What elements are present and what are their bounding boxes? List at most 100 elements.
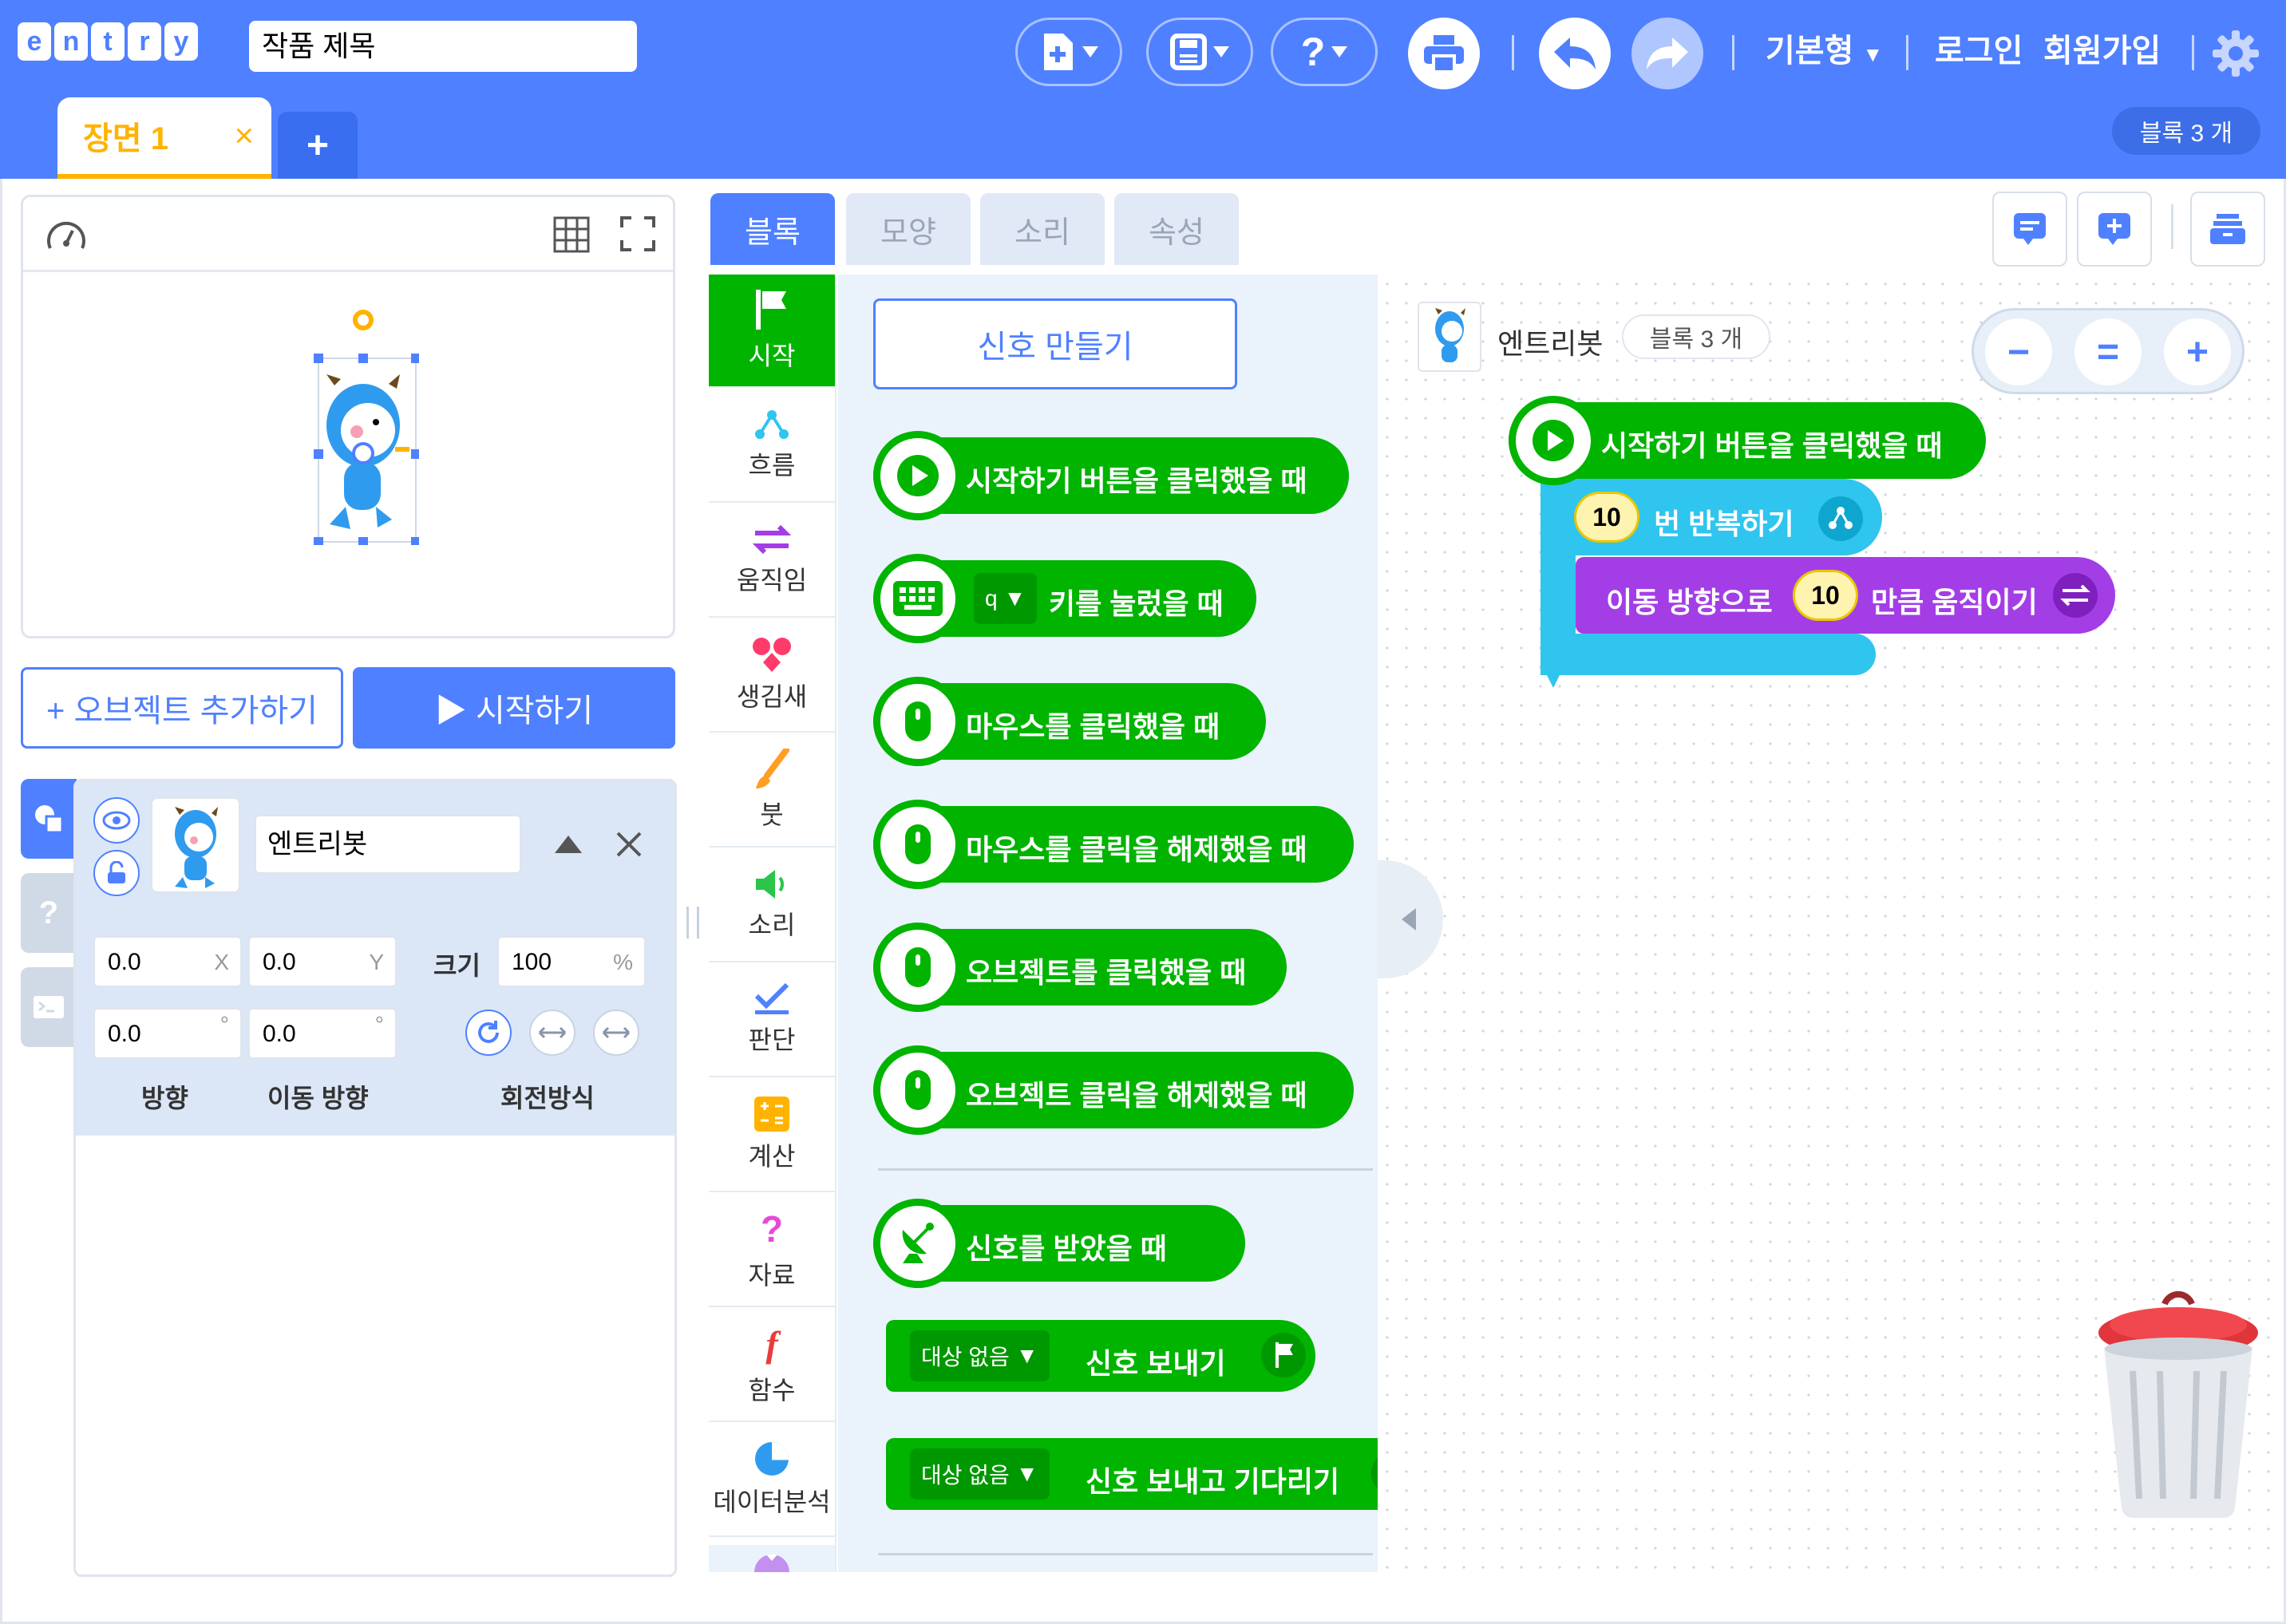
close-icon[interactable]: ×	[234, 117, 254, 155]
y-input[interactable]: 0.0 Y	[248, 936, 397, 987]
block-when-object-released[interactable]: 오브젝트 클릭을 해제했을 때	[873, 1045, 1354, 1135]
move-direction-input[interactable]: 0.0 °	[248, 1008, 397, 1059]
play-icon-cap	[873, 431, 963, 520]
palette-collapse-button[interactable]	[1378, 860, 1443, 978]
category-flow[interactable]: 흐름	[709, 389, 835, 503]
trash-icon	[2098, 1290, 2258, 1519]
block-when-object-clicked[interactable]: 오브젝트를 클릭했을 때	[873, 923, 1287, 1012]
login-link[interactable]: 로그인	[1935, 32, 2023, 70]
x-input[interactable]: 0.0 X	[93, 936, 242, 987]
category-judgement[interactable]: 판단	[709, 964, 835, 1077]
category-data-analysis[interactable]: 데이터분석	[709, 1424, 835, 1537]
category-motion[interactable]: 움직임	[709, 504, 835, 618]
rotation-horizontal-button[interactable]	[529, 1010, 575, 1056]
stage-entrybot-sprite[interactable]	[299, 298, 421, 545]
close-icon[interactable]	[615, 831, 643, 858]
category-start[interactable]: 시작	[709, 275, 835, 388]
zoom-out-button[interactable]: −	[1985, 318, 2052, 385]
key-dropdown[interactable]: q ▼	[974, 573, 1038, 624]
degree-unit: °	[220, 1012, 229, 1037]
satellite-dish-icon	[902, 1223, 934, 1263]
rotation-none-button[interactable]	[593, 1010, 639, 1056]
tab-blocks[interactable]: 블록	[710, 193, 835, 265]
category-label: 흐름	[748, 451, 796, 480]
panel-resize-handle[interactable]	[686, 907, 699, 938]
add-object-button[interactable]: + 오브젝트 추가하기	[21, 667, 343, 749]
fullscreen-icon[interactable]	[620, 216, 655, 251]
tab-properties[interactable]: 속성	[1114, 193, 1239, 265]
category-looks[interactable]: 생김새	[709, 619, 835, 733]
category-calculation[interactable]: 계산	[709, 1079, 835, 1192]
stage-panel	[21, 195, 675, 638]
block-when-key-pressed[interactable]: q ▼ 키를 눌렀을 때	[873, 554, 1256, 643]
category-scroll-more[interactable]	[709, 1545, 835, 1572]
palette-divider	[878, 1168, 1373, 1171]
category-function[interactable]: f 함수	[709, 1309, 835, 1422]
comment-button[interactable]	[1992, 192, 2067, 267]
make-signal-button[interactable]: 신호 만들기	[873, 298, 1237, 389]
save-button[interactable]	[1146, 18, 1253, 86]
tab-sounds[interactable]: 소리	[980, 193, 1105, 265]
move-block[interactable]: 이동 방향으로 10 만큼 움직이기	[1576, 557, 2115, 634]
speed-icon[interactable]	[45, 218, 87, 253]
brush-icon	[756, 749, 789, 788]
zoom-in-button[interactable]: +	[2164, 318, 2231, 385]
direction-label: 방향	[141, 1084, 188, 1112]
zoom-reset-button[interactable]: =	[2074, 318, 2142, 385]
shapes-icon	[35, 805, 64, 834]
new-file-button[interactable]	[1015, 18, 1122, 86]
collapse-icon[interactable]	[555, 836, 582, 853]
project-title-input[interactable]: 작품 제목	[249, 21, 637, 72]
block-when-start-clicked[interactable]: 시작하기 버튼을 클릭했을 때	[873, 431, 1349, 520]
add-scene-button[interactable]: +	[278, 112, 358, 179]
block-when-mouse-released[interactable]: 마우스를 클릭을 해제했을 때	[873, 800, 1354, 889]
visibility-toggle[interactable]	[93, 797, 140, 844]
size-input[interactable]: 100%	[497, 936, 646, 987]
object-card[interactable]: 엔트리봇 0.0 X 0.0 Y 크기 100% 0.0 ° 0.0 ° 방향 이동 방…	[76, 781, 674, 1136]
scene-tab[interactable]: 장면 1 ×	[57, 97, 271, 179]
signal-target-dropdown[interactable]: 대상 없음 ▼	[910, 1448, 1050, 1500]
undo-button[interactable]	[1539, 18, 1611, 89]
category-brush[interactable]: 붓	[709, 734, 835, 848]
object-thumbnail[interactable]	[151, 797, 240, 893]
pie-chart-icon	[755, 1442, 789, 1476]
signal-target-dropdown[interactable]: 대상 없음 ▼	[910, 1330, 1050, 1381]
category-data[interactable]: ? 자료	[709, 1194, 835, 1307]
settings-button[interactable]	[2213, 30, 2259, 80]
entrybot-image	[314, 310, 421, 545]
motion-arrows-icon	[752, 524, 792, 555]
redo-button[interactable]	[1631, 18, 1703, 89]
signup-link[interactable]: 회원가입	[2043, 32, 2161, 70]
start-button[interactable]: ▶ 시작하기	[353, 667, 675, 749]
print-button[interactable]	[1408, 18, 1480, 89]
console-tab[interactable]	[21, 967, 77, 1047]
mouse-icon-cap	[873, 677, 963, 766]
chevron-left-icon	[1402, 908, 1416, 931]
grid-icon[interactable]	[553, 216, 590, 253]
tab-shapes[interactable]: 모양	[846, 193, 971, 265]
lock-toggle[interactable]	[93, 850, 140, 896]
add-comment-button[interactable]	[2077, 192, 2152, 267]
object-list-tab[interactable]	[21, 779, 77, 859]
block-send-signal-wait[interactable]: 대상 없음 ▼ 신호 보내고 기다리기	[886, 1438, 1426, 1510]
rotation-label: 회전방식	[500, 1084, 595, 1112]
block-when-signal-received[interactable]: 신호를 받았을 때	[873, 1199, 1245, 1288]
entrybot-thumbnail-image	[1435, 308, 1465, 362]
object-name-input[interactable]: 엔트리봇	[255, 815, 521, 874]
rotation-free-button[interactable]	[465, 1010, 512, 1056]
category-sound[interactable]: 소리	[709, 849, 835, 962]
script-hat-start-clicked[interactable]: 시작하기 버튼을 클릭했을 때	[1509, 396, 1986, 485]
logo-letter: e	[18, 22, 51, 61]
help-button[interactable]: ?	[1271, 18, 1378, 86]
block-send-signal[interactable]: 대상 없음 ▼ 신호 보내기	[886, 1320, 1315, 1392]
move-amount-input[interactable]: 10	[1793, 570, 1858, 621]
mode-dropdown[interactable]: 기본형 ▼	[1766, 32, 1883, 73]
entry-logo[interactable]: e n t r y	[18, 22, 198, 61]
block-when-mouse-clicked[interactable]: 마우스를 클릭했을 때	[873, 677, 1266, 766]
block-storage-button[interactable]	[2190, 192, 2265, 267]
trash-can[interactable]	[2094, 1283, 2262, 1523]
signal-target-value: 대상 없음	[921, 1345, 1010, 1369]
repeat-count-input[interactable]: 10	[1574, 492, 1639, 543]
direction-input[interactable]: 0.0 °	[93, 1008, 242, 1059]
help-tab[interactable]: ?	[21, 873, 77, 953]
